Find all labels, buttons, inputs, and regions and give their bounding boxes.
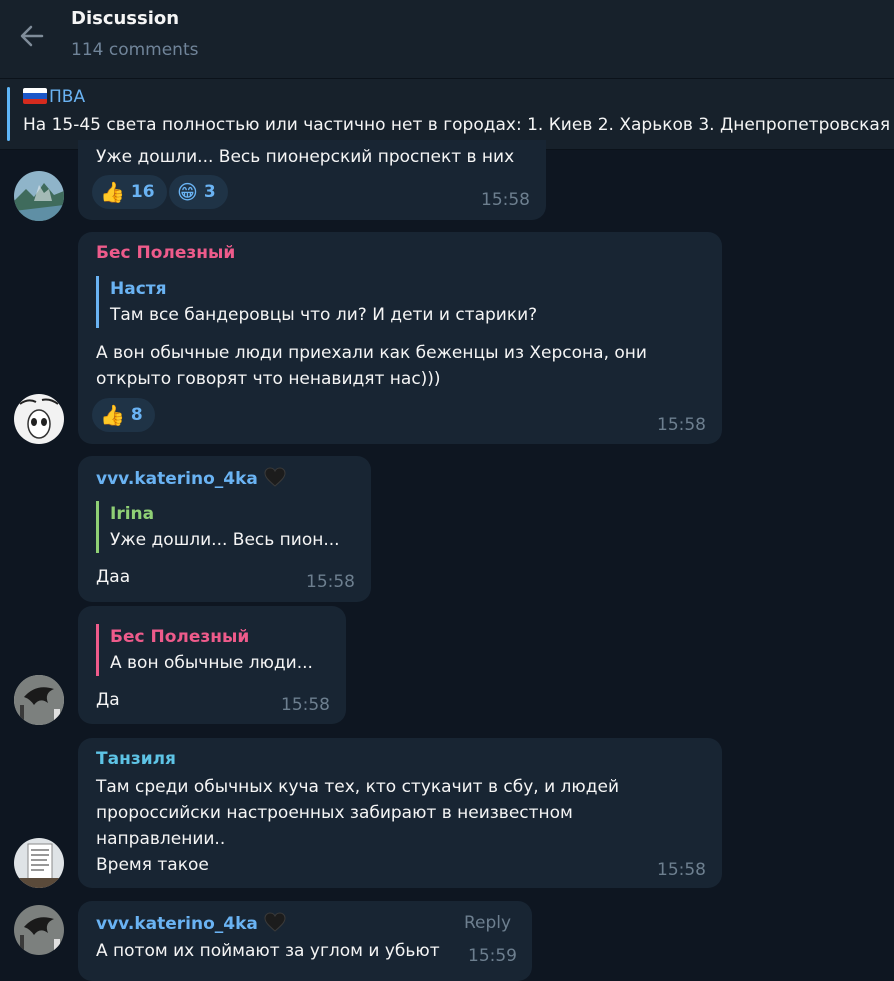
avatar[interactable]: [14, 675, 64, 725]
reaction-count: 8: [130, 405, 143, 425]
black-heart-icon: [264, 467, 286, 487]
russia-flag-icon: [23, 88, 47, 104]
reaction-thumbs-up[interactable]: 👍 8: [92, 398, 155, 432]
message-text-line: открыто говорят что ненавидят нас))): [96, 369, 441, 389]
message-bubble[interactable]: Бес Полезный А вон обычные люди... Да 15…: [78, 606, 346, 724]
message-bubble[interactable]: Уже дошли... Весь пионерский проспект в …: [78, 140, 546, 220]
grinning-face-icon: 😁: [177, 180, 198, 204]
message-text-line: направлении..: [96, 829, 226, 849]
message-time: 15:58: [657, 860, 706, 880]
message-bubble[interactable]: vvv.katerino_4ka Irina Уже дошли... Весь…: [78, 456, 371, 602]
message-time: 15:58: [657, 415, 706, 435]
avatar[interactable]: [14, 838, 64, 888]
reaction-grin[interactable]: 😁 3: [169, 175, 228, 209]
quote-text: А вон обычные люди...: [110, 653, 313, 673]
avatar[interactable]: [14, 905, 64, 955]
avatar[interactable]: [14, 171, 64, 221]
quote-author: Настя: [110, 279, 167, 299]
reaction-thumbs-up[interactable]: 👍 16: [92, 175, 167, 209]
reaction-count: 16: [130, 182, 155, 202]
message-text: Да: [96, 690, 120, 710]
black-heart-icon: [264, 912, 286, 932]
message-text-line: пророссийски настроенных забирают в неиз…: [96, 803, 573, 823]
thumbs-up-icon: 👍: [100, 180, 125, 204]
message-text-line: А вон обычные люди приехали как беженцы …: [96, 343, 647, 363]
message-text-line: Там среди обычных куча тех, кто стукачит…: [96, 777, 619, 797]
sender-name: vvv.katerino_4ka: [96, 914, 258, 934]
message-time: 15:59: [468, 946, 517, 966]
reply-quote[interactable]: Irina Уже дошли... Весь пион...: [96, 501, 340, 553]
message-bubble[interactable]: vvv.katerino_4ka Reply А потом их поймаю…: [78, 901, 532, 981]
message-time: 15:58: [481, 190, 530, 210]
quote-author: Бес Полезный: [110, 627, 250, 647]
back-arrow-icon[interactable]: [14, 18, 50, 54]
page-title: Discussion: [71, 8, 180, 29]
message-time: 15:58: [306, 572, 355, 592]
message-text: А потом их поймают за углом и убьют: [96, 941, 440, 961]
reply-button[interactable]: Reply: [464, 913, 511, 933]
quote-text: Уже дошли... Весь пион...: [110, 530, 340, 550]
chat-header: Discussion 114 comments: [0, 0, 894, 79]
pinned-title: ПВА: [49, 87, 86, 107]
reply-quote[interactable]: Бес Полезный А вон обычные люди...: [96, 624, 313, 676]
reply-quote[interactable]: Настя Там все бандеровцы что ли? И дети …: [96, 276, 537, 328]
comment-count: 114 comments: [71, 40, 199, 60]
message-text: Уже дошли... Весь пионерский проспект в …: [96, 147, 515, 167]
pinned-accent-bar: [7, 87, 10, 141]
message-bubble[interactable]: Танзиля Там среди обычных куча тех, кто …: [78, 738, 722, 888]
reaction-count: 3: [203, 182, 216, 202]
message-time: 15:58: [281, 695, 330, 715]
thumbs-up-icon: 👍: [100, 403, 125, 427]
message-text: Даа: [96, 567, 131, 587]
quote-author: Irina: [110, 504, 155, 524]
sender-name: Бес Полезный: [96, 243, 236, 263]
pinned-text: На 15-45 света полностью или частично не…: [23, 115, 894, 135]
message-bubble[interactable]: Бес Полезный Настя Там все бандеровцы чт…: [78, 232, 722, 444]
quote-text: Там все бандеровцы что ли? И дети и стар…: [110, 305, 538, 325]
sender-name: Танзиля: [96, 749, 176, 769]
avatar[interactable]: [14, 394, 64, 444]
sender-name: vvv.katerino_4ka: [96, 469, 258, 489]
message-text-line: Время такое: [96, 855, 209, 875]
